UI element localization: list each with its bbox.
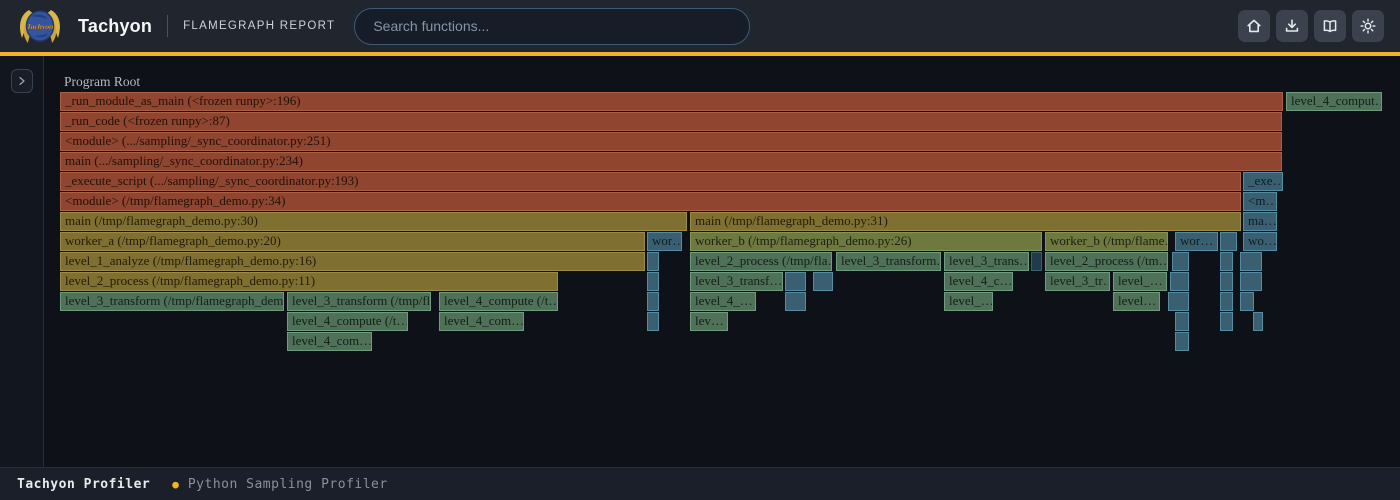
flame-bar[interactable]: level_4_… [690, 292, 756, 311]
program-root-frame[interactable]: Program Root [64, 74, 140, 90]
home-button[interactable] [1238, 10, 1270, 42]
flame-bar[interactable]: level… [1113, 292, 1160, 311]
flame-bar[interactable] [1240, 272, 1262, 291]
flame-bar[interactable]: <module> (.../sampling/_sync_coordinator… [60, 132, 1282, 151]
flame-bar[interactable] [1168, 292, 1189, 311]
status-bar: Tachyon Profiler ● Python Sampling Profi… [0, 467, 1400, 500]
flame-bar[interactable]: wor… [647, 232, 682, 251]
flame-bar[interactable]: _run_code (<frozen runpy>:87) [60, 112, 1282, 131]
flame-bar[interactable] [1220, 312, 1233, 331]
flame-bar[interactable]: worker_b (/tmp/flamegraph_demo.py:26) [690, 232, 1042, 251]
brightness-icon [1359, 17, 1377, 35]
flame-bar[interactable]: level_4_comput… [1286, 92, 1382, 111]
flame-bar[interactable]: main (.../sampling/_sync_coordinator.py:… [60, 152, 1282, 171]
flame-bar[interactable] [1253, 312, 1263, 331]
svg-text:Tachyon: Tachyon [27, 22, 53, 31]
flame-bar[interactable]: <m… [1243, 192, 1277, 211]
flame-bar[interactable] [1175, 312, 1189, 331]
flame-bar[interactable]: level_3_transf… [690, 272, 783, 291]
flame-bar[interactable]: lev… [690, 312, 728, 331]
flamegraph-layer: Program Root _run_module_as_main (<froze… [0, 0, 1400, 500]
flame-bar[interactable]: wo… [1243, 232, 1277, 251]
header-divider [167, 15, 168, 37]
flame-bar[interactable]: level_3_transform… [836, 252, 941, 271]
flame-bar[interactable]: level_3_transform (/tmp/fl… [287, 292, 431, 311]
flame-bar[interactable]: _execute_script (.../sampling/_sync_coor… [60, 172, 1241, 191]
header-actions [1238, 10, 1384, 42]
flame-bar[interactable] [647, 292, 659, 311]
flame-bar[interactable] [1220, 292, 1233, 311]
flame-bar[interactable]: worker_a (/tmp/flamegraph_demo.py:20) [60, 232, 645, 251]
flame-bar[interactable]: level_3_tr… [1045, 272, 1110, 291]
download-button[interactable] [1276, 10, 1308, 42]
flame-bar[interactable] [647, 312, 659, 331]
search-input[interactable] [354, 8, 750, 45]
flame-bar[interactable]: _exe… [1243, 172, 1283, 191]
flame-bar[interactable] [1172, 252, 1189, 271]
flame-bar[interactable]: level_4_compute (/t… [287, 312, 408, 331]
flame-bar[interactable]: wor… [1175, 232, 1218, 251]
flame-bar[interactable] [1240, 252, 1262, 271]
header-bar: Tachyon Tachyon FLAMEGRAPH REPORT [0, 0, 1400, 56]
flame-bar[interactable]: level_4_com… [287, 332, 372, 351]
home-icon [1245, 17, 1263, 35]
status-profiler-info: Python Sampling Profiler [188, 477, 388, 492]
flame-bar[interactable]: <module> (/tmp/flamegraph_demo.py:34) [60, 192, 1241, 211]
book-icon [1321, 17, 1339, 35]
flame-bar[interactable] [785, 292, 806, 311]
flame-bar[interactable] [1170, 272, 1189, 291]
flame-bar[interactable]: level_2_process (/tmp/flamegraph_demo.py… [60, 272, 558, 291]
flame-bar[interactable] [647, 252, 659, 271]
flame-bar[interactable] [1220, 232, 1237, 251]
flame-bar[interactable]: level_4_compute (/t… [439, 292, 558, 311]
flame-bar[interactable] [1220, 272, 1233, 291]
flame-bar[interactable] [813, 272, 833, 291]
flame-bar[interactable]: main (/tmp/flamegraph_demo.py:31) [690, 212, 1241, 231]
app-window: Program Root _run_module_as_main (<froze… [0, 0, 1400, 500]
flame-bar[interactable] [647, 272, 659, 291]
flame-bar[interactable]: level_… [1113, 272, 1167, 291]
chevron-right-icon [16, 75, 28, 87]
flame-bar[interactable]: worker_b (/tmp/flame… [1045, 232, 1168, 251]
flame-bar[interactable]: level_4_com… [439, 312, 524, 331]
docs-button[interactable] [1314, 10, 1346, 42]
flame-bar[interactable]: level_4_c… [944, 272, 1013, 291]
flame-bar[interactable]: level_2_process (/tmp/fla… [690, 252, 832, 271]
flame-bar[interactable] [785, 272, 806, 291]
flame-bar[interactable]: level_2_process (/tm… [1045, 252, 1168, 271]
flame-bar[interactable]: level_3_trans… [944, 252, 1029, 271]
sidebar-toggle-button[interactable] [11, 69, 33, 93]
status-app-name: Tachyon Profiler [17, 477, 150, 492]
flame-bar[interactable] [1031, 252, 1042, 271]
flame-bar[interactable]: level_3_transform (/tmp/flamegraph_dem… [60, 292, 284, 311]
flame-bar[interactable]: level_1_analyze (/tmp/flamegraph_demo.py… [60, 252, 645, 271]
flame-bar[interactable]: ma… [1243, 212, 1277, 231]
flame-bar[interactable]: level_… [944, 292, 993, 311]
theme-button[interactable] [1352, 10, 1384, 42]
flame-bar[interactable] [1220, 252, 1233, 271]
flame-bar[interactable]: main (/tmp/flamegraph_demo.py:30) [60, 212, 687, 231]
flame-bar[interactable] [1175, 332, 1189, 351]
download-icon [1283, 17, 1301, 35]
tachyon-logo-icon: Tachyon [16, 2, 64, 50]
report-type-label: FLAMEGRAPH REPORT [183, 20, 335, 32]
flame-bar[interactable] [1240, 292, 1254, 311]
status-dot-icon: ● [172, 478, 179, 491]
sidebar [0, 56, 44, 468]
flame-bar[interactable]: _run_module_as_main (<frozen runpy>:196) [60, 92, 1283, 111]
app-title: Tachyon [78, 16, 152, 37]
